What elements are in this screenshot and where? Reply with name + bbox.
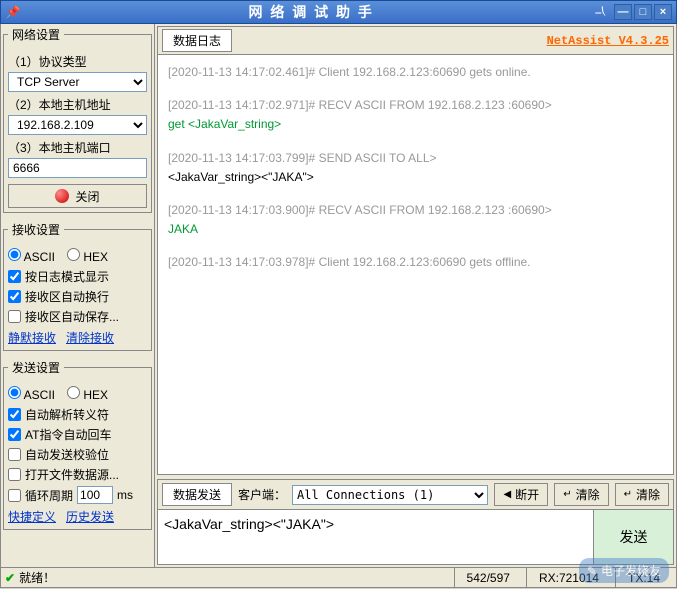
history-send-link[interactable]: 历史发送 (66, 508, 114, 525)
network-settings-group: 网络设置 （1）协议类型 TCP Server （2）本地主机地址 192.16… (3, 26, 152, 213)
send-ascii-radio[interactable]: ASCII (8, 386, 55, 402)
brand-link[interactable]: NetAssist V4.3.25 (547, 34, 669, 48)
silent-recv-link[interactable]: 静默接收 (8, 329, 56, 346)
clear-button-1[interactable]: ↵清除 (554, 483, 608, 506)
network-settings-legend: 网络设置 (8, 26, 64, 43)
window-title: 网 络 调 试 助 手 (27, 2, 595, 22)
recv-auto-save-checkbox[interactable] (8, 310, 21, 323)
watermark-icon: ✎ (587, 564, 597, 578)
cycle-checkbox[interactable] (8, 489, 21, 502)
log-body[interactable]: [2020-11-13 14:17:02.461]# Client 192.16… (157, 55, 674, 475)
send-header: 数据发送 客户端： All Connections (1) ◀断开 ↵清除 ↵清… (157, 479, 674, 509)
spacer-icon: ⎯⎝ (595, 5, 606, 20)
send-hex-radio[interactable]: HEX (67, 386, 108, 402)
disconnect-button[interactable]: ◀断开 (494, 483, 548, 506)
open-file-source-checkbox[interactable] (8, 468, 21, 481)
shortcut-define-link[interactable]: 快捷定义 (8, 508, 56, 525)
clear-button-2[interactable]: ↵清除 (615, 483, 669, 506)
status-ready: 就绪！ (19, 569, 55, 586)
titlebar: 📌 网 络 调 试 助 手 ⎯⎝ — □ × (0, 0, 677, 24)
pin-icon[interactable]: 📌 (5, 4, 21, 20)
host-select[interactable]: 192.168.2.109 (8, 115, 147, 135)
auto-escape-checkbox[interactable] (8, 408, 21, 421)
left-panel: 网络设置 （1）协议类型 TCP Server （2）本地主机地址 192.16… (1, 24, 155, 567)
send-input[interactable] (158, 510, 593, 564)
send-tab[interactable]: 数据发送 (162, 483, 232, 506)
log-header: 数据日志 NetAssist V4.3.25 (157, 26, 674, 55)
close-connection-button[interactable]: 关闭 (8, 184, 147, 208)
right-panel: 数据日志 NetAssist V4.3.25 [2020-11-13 14:17… (155, 24, 676, 567)
protocol-label: （1）协议类型 (8, 53, 147, 70)
client-select[interactable]: All Connections (1) (292, 485, 488, 505)
minimize-button[interactable]: — (614, 4, 632, 20)
send-settings-legend: 发送设置 (8, 359, 64, 376)
sweep-icon: ↵ (563, 489, 571, 500)
send-row: 发送 (157, 509, 674, 565)
recv-settings-legend: 接收设置 (8, 221, 64, 238)
close-window-button[interactable]: × (654, 4, 672, 20)
recv-log-mode-checkbox[interactable] (8, 270, 21, 283)
clear-recv-link[interactable]: 清除接收 (66, 329, 114, 346)
statusbar: ✔ 就绪！ 542/597 RX:721014 TX:14 (0, 568, 677, 588)
ready-icon: ✔ (5, 571, 15, 585)
cycle-input[interactable] (77, 486, 113, 504)
maximize-button[interactable]: □ (634, 4, 652, 20)
status-count: 542/597 (454, 568, 522, 587)
protocol-select[interactable]: TCP Server (8, 72, 147, 92)
sweep-icon-2: ↵ (624, 489, 632, 500)
watermark: ✎ 电子发烧友 (579, 558, 669, 583)
send-button[interactable]: 发送 (593, 510, 673, 564)
close-button-label: 关闭 (75, 188, 99, 205)
log-tab[interactable]: 数据日志 (162, 29, 232, 52)
at-auto-cr-checkbox[interactable] (8, 428, 21, 441)
port-label: （3）本地主机端口 (8, 139, 147, 156)
send-settings-group: 发送设置 ASCII HEX 自动解析转义符 AT指令自动回车 自动发送校验位 … (3, 359, 152, 530)
recv-settings-group: 接收设置 ASCII HEX 按日志模式显示 接收区自动换行 接收区自动保存..… (3, 221, 152, 351)
main-area: 网络设置 （1）协议类型 TCP Server （2）本地主机地址 192.16… (0, 24, 677, 568)
recv-ascii-radio[interactable]: ASCII (8, 248, 55, 264)
port-input[interactable] (8, 158, 147, 178)
auto-checksum-checkbox[interactable] (8, 448, 21, 461)
recv-hex-radio[interactable]: HEX (67, 248, 108, 264)
record-icon (55, 189, 69, 203)
arrow-left-icon: ◀ (503, 489, 511, 500)
recv-auto-wrap-checkbox[interactable] (8, 290, 21, 303)
client-label: 客户端： (238, 486, 286, 503)
host-label: （2）本地主机地址 (8, 96, 147, 113)
